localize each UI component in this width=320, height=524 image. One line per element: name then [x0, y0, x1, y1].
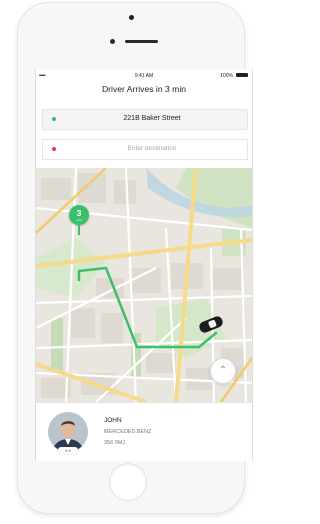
destination-dot-icon: [52, 147, 56, 151]
app-screen: ••••• 9:41 AM 100% Driver Arrives in 3 m…: [35, 69, 253, 461]
eta-value: 3: [76, 208, 82, 218]
page-title: Driver Arrives in 3 min: [101, 84, 187, 94]
rating-badge: 4.9: [58, 447, 78, 454]
destination-input[interactable]: Enter destination: [57, 145, 247, 152]
driver-plate: 356 9MJ: [104, 440, 126, 446]
home-button[interactable]: [109, 463, 147, 501]
battery-percent: 100%: [220, 73, 233, 79]
pickup-field[interactable]: 221B Baker Street: [42, 109, 248, 130]
avatar-portrait: [48, 412, 88, 452]
chevron-up-icon: ⌃: [218, 365, 228, 376]
eta-pin: 3 min: [69, 205, 89, 225]
destination-field[interactable]: Enter destination: [42, 139, 248, 160]
status-bar: ••••• 9:41 AM 100%: [36, 69, 252, 83]
chevron-up-button[interactable]: ⌃: [210, 358, 236, 384]
pickup-dot-icon: [52, 117, 56, 121]
driver-name: JOHN: [104, 417, 122, 424]
pickup-address: 221B Baker Street: [123, 115, 181, 122]
car-window: [207, 319, 217, 329]
eta-unit: min: [76, 218, 82, 222]
driver-car: MERCEDES BENZ: [104, 429, 152, 435]
proximity-sensor: [110, 39, 115, 44]
battery-icon: [236, 73, 248, 77]
front-camera: [129, 15, 134, 20]
pin-stem: [78, 225, 80, 235]
driver-card[interactable]: 4.9 JOHN MERCEDES BENZ 356 9MJ: [36, 402, 252, 461]
driver-avatar: [48, 412, 88, 452]
earpiece-speaker: [125, 40, 158, 43]
